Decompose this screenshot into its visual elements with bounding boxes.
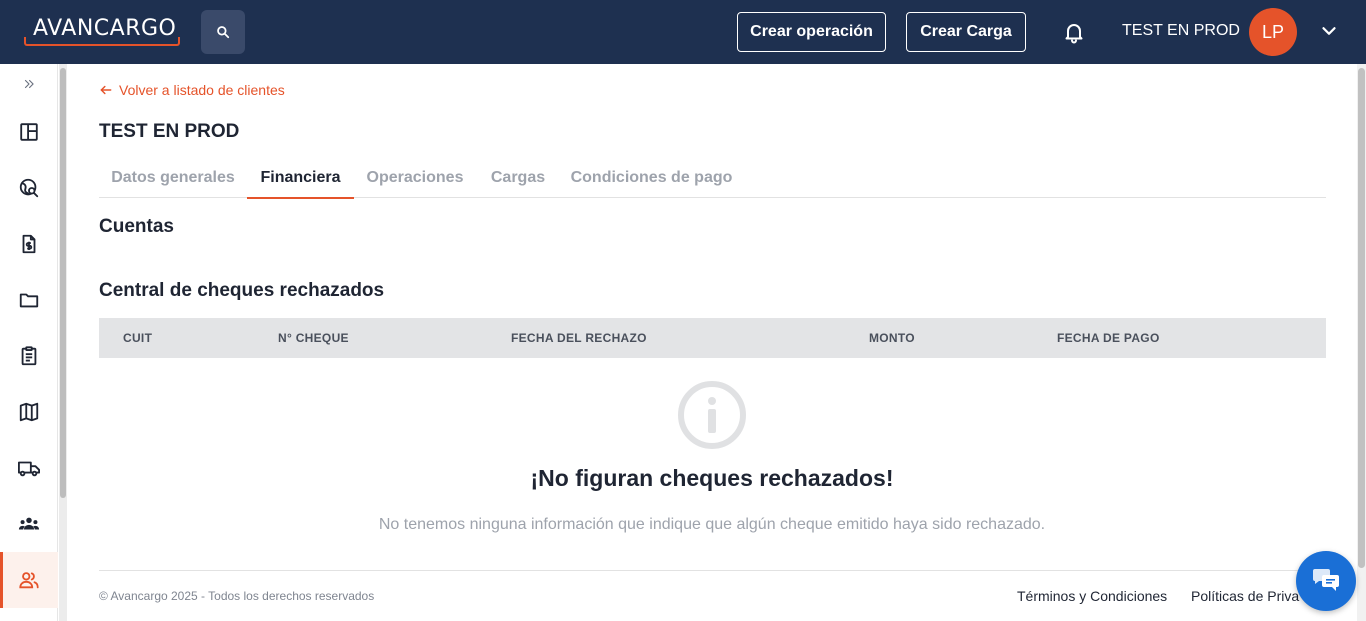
rejected-checks-heading: Central de cheques rechazados (99, 280, 385, 301)
truck-icon (18, 461, 40, 477)
footer: © Avancargo 2025 - Todos los derechos re… (99, 570, 1326, 621)
tab-datos-generales[interactable]: Datos generales (99, 158, 247, 198)
tab-operaciones[interactable]: Operaciones (354, 158, 476, 198)
info-icon (678, 381, 746, 449)
map-icon (19, 402, 39, 422)
accounts-heading: Cuentas (99, 216, 174, 237)
sidebar-item-fleet[interactable] (0, 440, 58, 496)
sidebar-item-teams[interactable] (0, 496, 58, 552)
column-header-payment-date: FECHA DE PAGO (1057, 331, 1160, 345)
client-tabs: Datos generales Financiera Operaciones C… (99, 158, 1326, 199)
tab-cargas[interactable]: Cargas (476, 158, 560, 198)
logo-underline (24, 37, 180, 46)
chat-button[interactable] (1296, 551, 1356, 611)
sidebar-scrollbar-thumb[interactable] (60, 68, 66, 498)
create-load-button[interactable]: Crear Carga (906, 12, 1026, 52)
sidebar-item-tasks[interactable] (0, 328, 58, 384)
sidebar-expand-button[interactable] (0, 64, 58, 104)
column-header-amount: MONTO (869, 331, 915, 345)
sidebar-item-documents[interactable] (0, 272, 58, 328)
sidebar-scrollbar[interactable] (59, 64, 67, 621)
terms-link[interactable]: Términos y Condiciones (1017, 588, 1167, 604)
tab-condiciones-de-pago[interactable]: Condiciones de pago (560, 158, 743, 198)
empty-state-title: ¡No figuran cheques rechazados! (530, 465, 894, 491)
globe-search-icon (19, 178, 39, 198)
clients-icon (19, 572, 39, 589)
column-header-rejection-date: FECHA DEL RECHAZO (511, 331, 647, 345)
search-button[interactable] (201, 10, 245, 54)
privacy-link[interactable]: Políticas de Priva (1191, 588, 1299, 604)
clipboard-icon (21, 346, 37, 366)
column-header-cuit: CUIT (123, 331, 153, 345)
avancargo-logo[interactable]: AVANCARGO (24, 14, 180, 46)
arrow-left-icon (100, 85, 112, 95)
avatar[interactable]: LP (1249, 8, 1297, 56)
group-icon (18, 517, 40, 530)
dashboard-icon (20, 123, 38, 141)
expand-chevrons-icon (24, 79, 34, 89)
sidebar (0, 64, 58, 621)
invoice-icon (22, 234, 36, 254)
user-name: TEST EN PROD (1122, 22, 1240, 39)
main-content: Volver a listado de clientes TEST EN PRO… (67, 64, 1357, 621)
sidebar-item-clients[interactable] (0, 552, 58, 608)
page-scrollbar[interactable] (1357, 64, 1366, 621)
page-scrollbar-thumb[interactable] (1358, 68, 1365, 568)
sidebar-item-dashboard[interactable] (0, 104, 58, 160)
top-navigation-bar: AVANCARGO Crear operación Crear Carga TE… (0, 0, 1366, 64)
chat-bubble-icon (1313, 569, 1339, 591)
search-icon (217, 26, 230, 39)
back-link-label: Volver a listado de clientes (119, 82, 285, 98)
back-to-clients-link[interactable]: Volver a listado de clientes (99, 82, 285, 98)
copyright-text: © Avancargo 2025 - Todos los derechos re… (99, 589, 375, 603)
sidebar-item-map[interactable] (0, 384, 58, 440)
column-header-check-number: N° CHEQUE (278, 331, 349, 345)
page-title: TEST EN PROD (99, 121, 240, 142)
sidebar-item-billing[interactable] (0, 216, 58, 272)
sidebar-item-tracking[interactable] (0, 160, 58, 216)
rejected-checks-table-header: CUIT N° CHEQUE FECHA DEL RECHAZO MONTO F… (99, 318, 1326, 358)
notifications-bell-icon[interactable] (1062, 20, 1086, 44)
empty-state-description: No tenemos ninguna información que indiq… (378, 516, 1046, 533)
create-operation-button[interactable]: Crear operación (737, 12, 886, 52)
tab-financiera[interactable]: Financiera (247, 158, 354, 199)
chevron-down-icon[interactable] (1318, 20, 1340, 42)
folder-icon (19, 293, 39, 308)
